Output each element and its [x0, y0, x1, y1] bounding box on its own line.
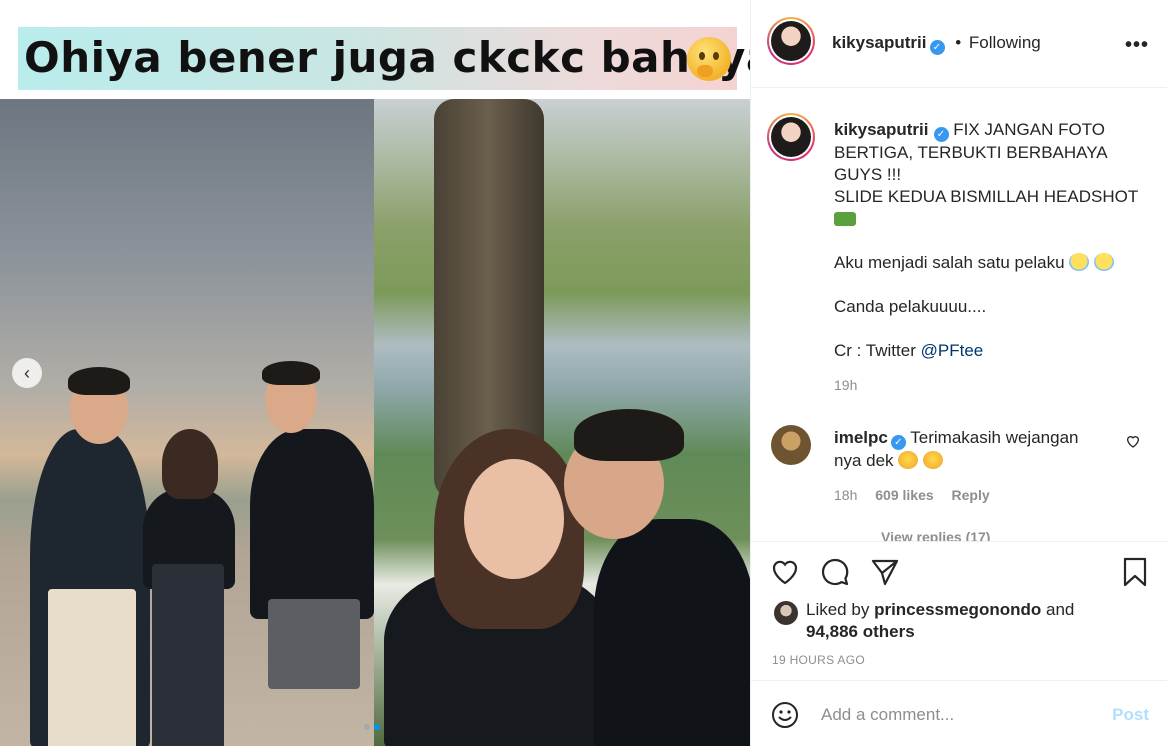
screaming-face-emoji-icon	[1094, 253, 1115, 271]
verified-badge-icon: ✓	[890, 435, 906, 450]
tears-of-joy-emoji-icon	[898, 451, 919, 469]
comment-input[interactable]	[821, 703, 1081, 727]
screaming-face-emoji-icon	[1069, 253, 1090, 271]
emoji-smiley-icon[interactable]	[771, 701, 799, 729]
save-bookmark-icon[interactable]	[1119, 556, 1151, 588]
carousel-dots	[364, 724, 380, 730]
post-header: kikysaputrii ✓ • Following •••	[751, 0, 1167, 88]
meme-banner: Ohiya bener juga ckckc bahaya	[18, 27, 750, 90]
comment-reply-button[interactable]: Reply	[952, 487, 990, 503]
post-actions: Liked by princessmegonondo and 94,886 ot…	[751, 541, 1167, 680]
post-media: Ohiya bener juga ckckc bahaya ‹	[0, 0, 750, 746]
liker-avatar[interactable]	[774, 601, 798, 625]
caption-mention-link[interactable]: @PFtee	[921, 341, 984, 360]
photo-three-people	[0, 99, 374, 746]
author-username[interactable]: kikysaputrii	[832, 33, 927, 52]
photo-kiss-headshot	[374, 99, 750, 746]
comment-bubble-icon[interactable]	[819, 556, 851, 588]
share-paper-plane-icon[interactable]	[869, 556, 901, 588]
verified-badge-icon: ✓	[929, 40, 945, 55]
post-side-panel: kikysaputrii ✓ • Following ••• kikysaputr…	[750, 0, 1167, 746]
post-comment-button[interactable]: Post	[1112, 705, 1149, 725]
likes-summary: Liked by princessmegonondo and 94,886 ot…	[774, 599, 1074, 643]
carousel-dot-active	[374, 724, 380, 730]
commenter-username[interactable]: imelpc	[834, 428, 888, 447]
carousel-prev-button[interactable]: ‹	[12, 358, 42, 388]
view-replies-button[interactable]: View replies (17)	[881, 529, 990, 541]
likes-others-count[interactable]: 94,886 others	[806, 622, 915, 641]
comment-body: imelpc ✓ Terimakasih wejangan nya dek	[834, 427, 1104, 472]
banner-text: Ohiya bener juga ckckc bahaya	[24, 33, 750, 82]
caption: kikysaputrii ✓ FIX JANGAN FOTO BERTIGA, T…	[834, 119, 1149, 362]
caption-username[interactable]: kikysaputrii	[834, 120, 929, 139]
post-timestamp[interactable]: 19 HOURS AGO	[772, 653, 865, 667]
author-avatar[interactable]	[767, 17, 815, 65]
commenter-avatar[interactable]	[771, 425, 811, 465]
header-separator: •	[955, 33, 962, 52]
likes-conjunction: and	[1045, 600, 1075, 619]
carousel-dot	[364, 724, 370, 730]
more-options-icon[interactable]: •••	[1125, 34, 1149, 57]
caption-time[interactable]: 19h	[834, 377, 857, 393]
comment-like-heart-icon[interactable]	[1125, 433, 1141, 449]
comment-meta: 18h 609 likes Reply	[834, 487, 1004, 503]
caption-line-2: SLIDE KEDUA BISMILLAH HEADSHOT	[834, 187, 1139, 206]
verified-badge-icon: ✓	[933, 127, 949, 142]
like-heart-icon[interactable]	[769, 556, 801, 588]
add-comment-bar: Post	[751, 680, 1167, 746]
caption-line-4: Canda pelakuuuu....	[834, 297, 987, 316]
caption-line-3: Aku menjadi salah satu pelaku	[834, 253, 1065, 272]
caption-line-5: Cr : Twitter	[834, 341, 916, 360]
tears-of-joy-emoji-icon	[923, 451, 944, 469]
comment-time[interactable]: 18h	[834, 487, 857, 503]
comments-section[interactable]: kikysaputrii ✓ FIX JANGAN FOTO BERTIGA, T…	[751, 89, 1167, 541]
comment-likes[interactable]: 609 likes	[875, 487, 933, 503]
caption-avatar[interactable]	[767, 113, 815, 161]
liker-username[interactable]: princessmegonondo	[874, 600, 1041, 619]
following-button[interactable]: Following	[969, 33, 1041, 52]
water-pistol-emoji-icon	[834, 212, 856, 226]
thinking-face-icon	[687, 37, 731, 81]
likes-prefix: Liked by	[806, 600, 870, 619]
